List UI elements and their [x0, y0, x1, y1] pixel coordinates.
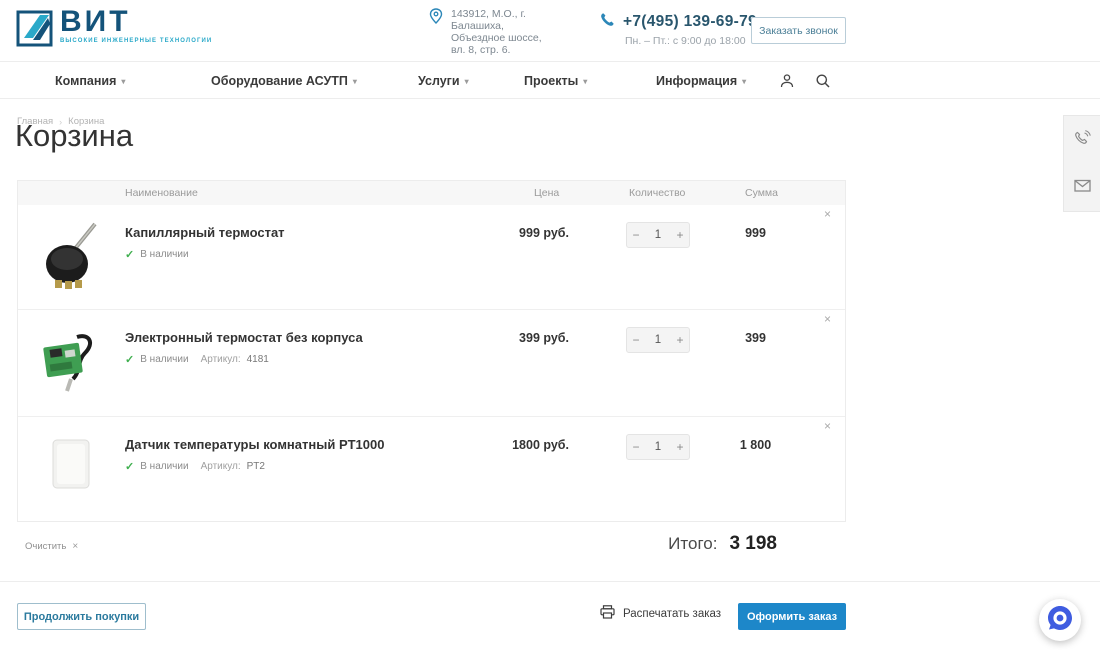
header-address-block: 143912, М.О., г. Балашиха, Объездное шос… — [429, 8, 553, 56]
nav-item-services[interactable]: Услуги▾ — [418, 62, 469, 99]
remove-item-icon[interactable]: × — [824, 420, 831, 432]
product-image-electronic-thermostat[interactable] — [36, 322, 106, 400]
artikul-value: PT2 — [247, 461, 265, 472]
check-icon: ✓ — [125, 460, 134, 473]
product-sum: 399 — [718, 331, 793, 345]
user-account-icon[interactable] — [776, 70, 798, 92]
print-order-label: Распечатать заказ — [623, 608, 721, 620]
cart-row-capillary-thermostat: × Капиллярный термостат ✓ В наличии 999 … — [18, 205, 845, 309]
checkout-button[interactable]: Оформить заказ — [738, 603, 846, 630]
availability-text: В наличии — [140, 354, 188, 365]
artikul-label: Артикул: — [201, 461, 241, 472]
clear-cart-link[interactable]: Очистить × — [25, 541, 78, 552]
product-price: 399 руб. — [469, 331, 569, 345]
product-title[interactable]: Капиллярный термостат — [125, 225, 285, 240]
availability-text: В наличии — [140, 249, 188, 260]
footer-divider — [0, 581, 1100, 582]
remove-item-icon[interactable]: × — [824, 313, 831, 325]
chat-widget-button[interactable] — [1039, 599, 1081, 641]
location-pin-icon — [429, 8, 443, 56]
column-header-sum: Сумма — [745, 187, 778, 199]
availability-line: ✓ В наличии — [125, 248, 189, 261]
qty-input[interactable] — [645, 334, 671, 346]
qty-plus-button[interactable]: + — [671, 440, 689, 454]
header-phone-block: +7(495) 139-69-79 Пн. – Пт.: с 9:00 до 1… — [600, 12, 757, 47]
cart-row-electronic-thermostat: × Электронный термостат без корпуса ✓ В … — [18, 309, 845, 416]
cart-table: Наименование Цена Количество Сумма × Кап… — [17, 180, 846, 522]
cart-page: ВИТ ВЫСОКИЕ ИНЖЕНЕРНЫЕ ТЕХНОЛОГИИ 143912… — [0, 0, 1100, 650]
cart-table-header: Наименование Цена Количество Сумма — [18, 181, 845, 205]
working-hours: Пн. – Пт.: с 9:00 до 18:00 — [625, 35, 757, 47]
logo-text: ВИТ — [60, 7, 212, 37]
availability-line: ✓ В наличии Артикул: PT2 — [125, 460, 265, 473]
check-icon: ✓ — [125, 353, 134, 366]
chevron-down-icon: ▾ — [583, 77, 587, 86]
qty-plus-button[interactable]: + — [671, 333, 689, 347]
availability-text: В наличии — [140, 461, 188, 472]
qty-minus-button[interactable]: − — [627, 228, 645, 242]
quantity-stepper: − + — [626, 222, 690, 248]
header: ВИТ ВЫСОКИЕ ИНЖЕНЕРНЫЕ ТЕХНОЛОГИИ 143912… — [0, 0, 1100, 62]
availability-line: ✓ В наличии Артикул: 4181 — [125, 353, 269, 366]
column-header-price: Цена — [534, 187, 559, 199]
main-nav: Компания▾ Оборудование АСУТП▾ Услуги▾ Пр… — [0, 62, 1100, 99]
company-logo[interactable]: ВИТ ВЫСОКИЕ ИНЖЕНЕРНЫЕ ТЕХНОЛОГИИ — [16, 7, 212, 52]
product-image-capillary-thermostat[interactable] — [36, 217, 106, 295]
product-sum: 1 800 — [718, 438, 793, 452]
logo-mark-icon — [16, 7, 54, 52]
phone-icon — [600, 12, 615, 32]
nav-item-information[interactable]: Информация▾ — [656, 62, 746, 99]
logo-tagline: ВЫСОКИЕ ИНЖЕНЕРНЫЕ ТЕХНОЛОГИИ — [60, 38, 212, 44]
qty-input[interactable] — [645, 229, 671, 241]
artikul-value: 4181 — [247, 354, 269, 365]
callback-phone-icon[interactable] — [1073, 129, 1092, 148]
nav-item-equipment[interactable]: Оборудование АСУТП▾ — [211, 62, 357, 99]
phone-number-link[interactable]: +7(495) 139-69-79 — [623, 13, 757, 31]
continue-shopping-button[interactable]: Продолжить покупки — [17, 603, 146, 630]
print-order-link[interactable]: Распечатать заказ — [600, 605, 721, 622]
chevron-down-icon: ▾ — [121, 77, 125, 86]
column-header-qty: Количество — [629, 187, 685, 199]
search-icon[interactable] — [812, 70, 834, 92]
header-address: 143912, М.О., г. Балашиха, Объездное шос… — [451, 8, 553, 56]
qty-plus-button[interactable]: + — [671, 228, 689, 242]
page-title: Корзина — [15, 118, 133, 154]
total-value: 3 198 — [729, 533, 777, 555]
quantity-stepper: − + — [626, 434, 690, 460]
cart-total: Итого: 3 198 — [600, 533, 777, 555]
product-sum: 999 — [718, 226, 793, 240]
clear-cart-label: Очистить — [25, 541, 66, 552]
product-title[interactable]: Электронный термостат без корпуса — [125, 330, 363, 345]
quantity-stepper: − + — [626, 327, 690, 353]
product-price: 1800 руб. — [469, 438, 569, 452]
qty-minus-button[interactable]: − — [627, 440, 645, 454]
printer-icon — [600, 605, 615, 622]
nav-item-projects[interactable]: Проекты▾ — [524, 62, 587, 99]
product-image-room-sensor[interactable] — [36, 429, 106, 507]
chat-bubble-icon — [1046, 604, 1074, 637]
total-label: Итого: — [668, 534, 717, 554]
chevron-down-icon: ▾ — [353, 77, 357, 86]
callback-button[interactable]: Заказать звонок — [751, 17, 846, 44]
artikul-label: Артикул: — [201, 354, 241, 365]
chevron-down-icon: ▾ — [742, 77, 746, 86]
qty-minus-button[interactable]: − — [627, 333, 645, 347]
nav-item-company[interactable]: Компания▾ — [55, 62, 125, 99]
product-title[interactable]: Датчик температуры комнатный PT1000 — [125, 437, 384, 452]
clear-cart-icon: × — [72, 541, 78, 552]
product-price: 999 руб. — [469, 226, 569, 240]
remove-item-icon[interactable]: × — [824, 208, 831, 220]
qty-input[interactable] — [645, 441, 671, 453]
email-envelope-icon[interactable] — [1073, 176, 1092, 195]
contact-side-panel — [1063, 115, 1100, 212]
chevron-down-icon: ▾ — [465, 77, 469, 86]
check-icon: ✓ — [125, 248, 134, 261]
cart-row-room-sensor: × Датчик температуры комнатный PT1000 ✓ … — [18, 416, 845, 523]
column-header-name: Наименование — [125, 187, 198, 199]
